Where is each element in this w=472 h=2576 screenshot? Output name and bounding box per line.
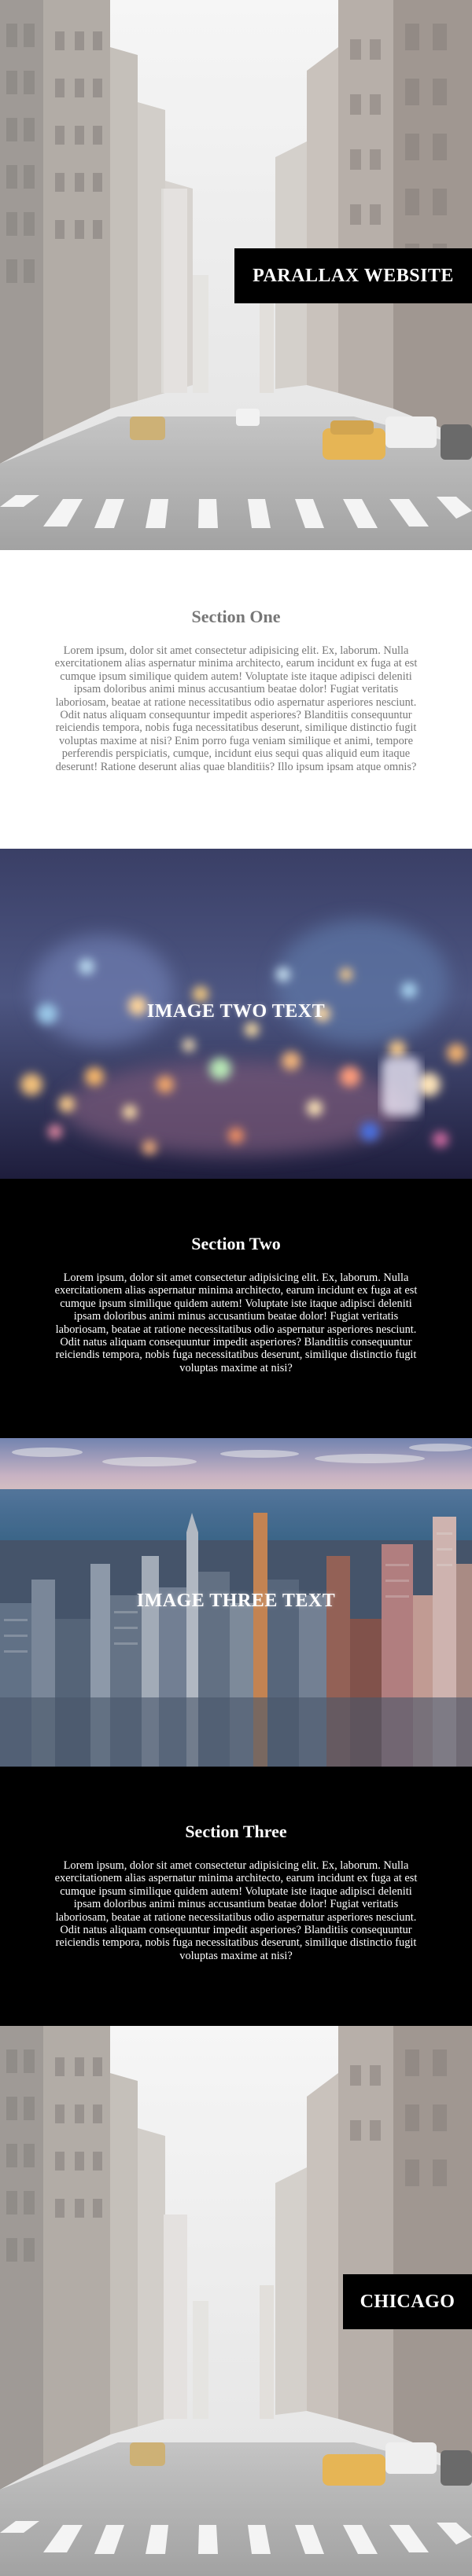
section-two-body: Lorem ipsum, dolor sit amet consectetur … — [54, 1271, 418, 1374]
image-three-section: IMAGE THREE TEXT — [0, 1438, 472, 1767]
section-two-heading: Section Two — [191, 1234, 281, 1253]
image-three-caption: IMAGE THREE TEXT — [136, 1591, 336, 1611]
section-two: Section Two Lorem ipsum, dolor sit amet … — [0, 1179, 472, 1438]
section-three: Section Three Lorem ipsum, dolor sit ame… — [0, 1767, 472, 2026]
section-one-heading: Section One — [191, 607, 281, 626]
section-one-body: Lorem ipsum, dolor sit amet consectetur … — [54, 644, 418, 773]
hero-caption: PARALLAX WEBSITE — [234, 248, 472, 303]
hero-image-section: PARALLAX WEBSITE — [0, 0, 472, 550]
footer-image-section: CHICAGO — [0, 2026, 472, 2576]
section-three-body: Lorem ipsum, dolor sit amet consectetur … — [54, 1859, 418, 1962]
section-one: Section One Lorem ipsum, dolor sit amet … — [0, 550, 472, 849]
section-three-heading: Section Three — [185, 1822, 287, 1841]
image-two-section: IMAGE TWO TEXT — [0, 849, 472, 1179]
image-two-caption: IMAGE TWO TEXT — [146, 1001, 326, 1022]
footer-caption: CHICAGO — [343, 2274, 472, 2329]
